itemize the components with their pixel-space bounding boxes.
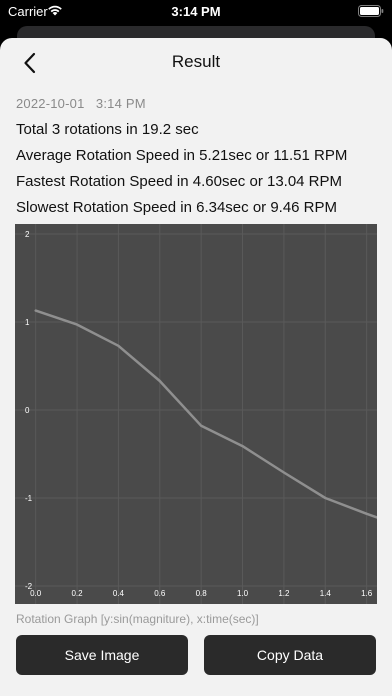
copy-data-button[interactable]: Copy Data bbox=[204, 635, 376, 675]
result-timestamp: 2022-10-01 3:14 PM bbox=[16, 96, 146, 111]
x-tick-label: 0.8 bbox=[196, 589, 208, 598]
battery-icon bbox=[358, 5, 384, 17]
navigation-bar: Result bbox=[0, 38, 392, 86]
average-speed-text: Average Rotation Speed in 5.21sec or 11.… bbox=[16, 147, 348, 164]
total-rotations-text: Total 3 rotations in 19.2 sec bbox=[16, 121, 199, 138]
rotation-chart-svg: -2-10120.0 0.2 0.4 0.6 0.8 1.0 1.2 1.4 1.6 bbox=[15, 224, 377, 604]
result-sheet: Result 2022-10-01 3:14 PM Total 3 rotati… bbox=[0, 38, 392, 696]
status-bar: Carrier 3:14 PM bbox=[0, 0, 392, 22]
slowest-speed-text: Slowest Rotation Speed in 6.34sec or 9.4… bbox=[16, 199, 338, 216]
x-tick-label: 1.6 bbox=[361, 589, 373, 598]
x-tick-label: 0.2 bbox=[71, 589, 83, 598]
status-time: 3:14 PM bbox=[171, 4, 221, 19]
save-image-button[interactable]: Save Image bbox=[16, 635, 188, 675]
x-tick-label: 1.0 bbox=[237, 589, 249, 598]
chart-caption: Rotation Graph [y:sin(magniture), x:time… bbox=[16, 612, 259, 626]
y-tick-label: 2 bbox=[25, 230, 30, 239]
x-tick-label: 0.0 bbox=[30, 589, 42, 598]
x-tick-label: 1.4 bbox=[320, 589, 332, 598]
y-tick-label: 0 bbox=[25, 406, 30, 415]
rotation-graph: -2 -1 0 1 2 0.0 0.2 0.4 0.6 0.8 1.0 1.2 1.4 1.6 bbox=[15, 224, 377, 604]
y-tick-label: 1 bbox=[25, 318, 30, 327]
fastest-speed-text: Fastest Rotation Speed in 4.60sec or 13.… bbox=[16, 173, 343, 190]
x-tick-label: 0.6 bbox=[154, 589, 166, 598]
x-tick-label: 0.4 bbox=[113, 589, 125, 598]
page-title: Result bbox=[171, 52, 221, 71]
y-tick-label: -1 bbox=[25, 494, 33, 503]
series-line bbox=[34, 309, 377, 519]
x-tick-label: 1.2 bbox=[278, 589, 290, 598]
